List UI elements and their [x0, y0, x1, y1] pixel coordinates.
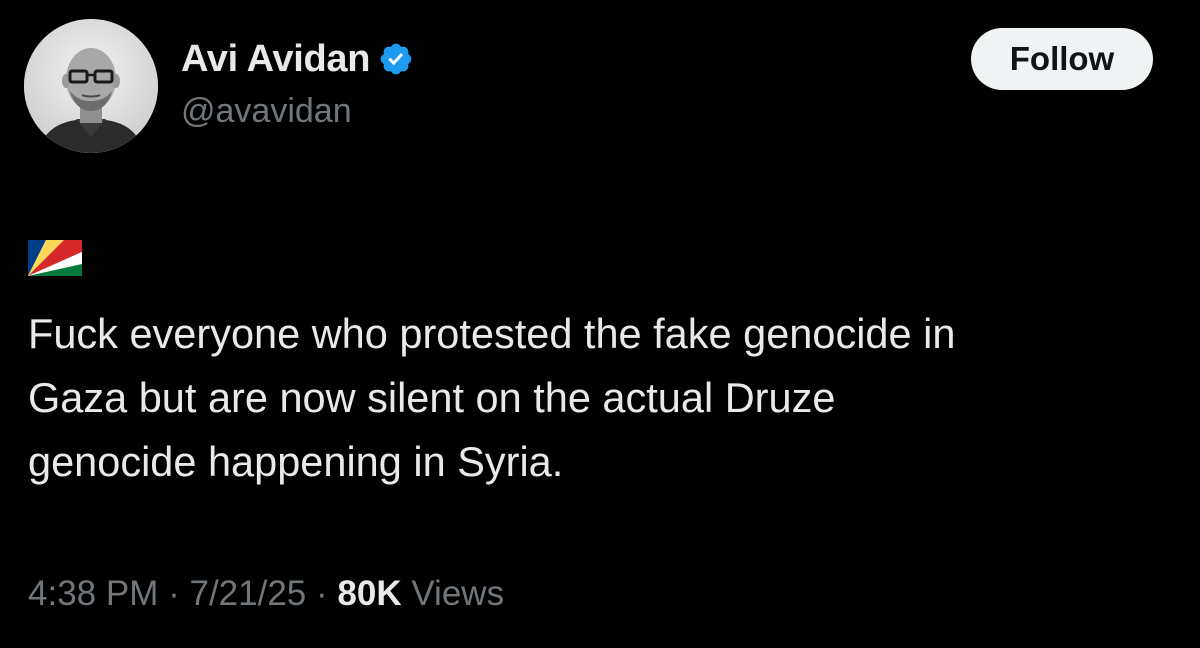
seychelles-flag-icon — [28, 240, 82, 276]
tweet-card: Avi Avidan @avavidan Follow Fuck everyon… — [0, 0, 1200, 648]
tweet-text-line: Fuck everyone who protested the fake gen… — [28, 310, 956, 357]
meta-separator: · — [168, 574, 180, 613]
tweet-text-line: Gaza but are now silent on the actual Dr… — [28, 374, 836, 421]
author-display-name[interactable]: Avi Avidan — [181, 38, 370, 81]
tweet-meta: 4:38 PM · 7/21/25 · 80K Views — [28, 574, 504, 614]
avatar[interactable] — [24, 19, 158, 153]
tweet-time[interactable]: 4:38 PM — [28, 574, 158, 613]
author-handle[interactable]: @avavidan — [181, 92, 352, 131]
tweet-text-line: genocide happening in Syria. — [28, 438, 564, 485]
views-label: Views — [411, 574, 505, 613]
avatar-photo-icon — [24, 19, 158, 153]
meta-separator: · — [316, 574, 328, 613]
tweet-date[interactable]: 7/21/25 — [189, 574, 306, 613]
views-count: 80K — [337, 574, 402, 613]
tweet-text: Fuck everyone who protested the fake gen… — [28, 302, 1178, 494]
author-name-row: Avi Avidan — [181, 34, 414, 84]
verified-badge-icon[interactable] — [378, 41, 414, 77]
follow-button[interactable]: Follow — [971, 28, 1153, 90]
